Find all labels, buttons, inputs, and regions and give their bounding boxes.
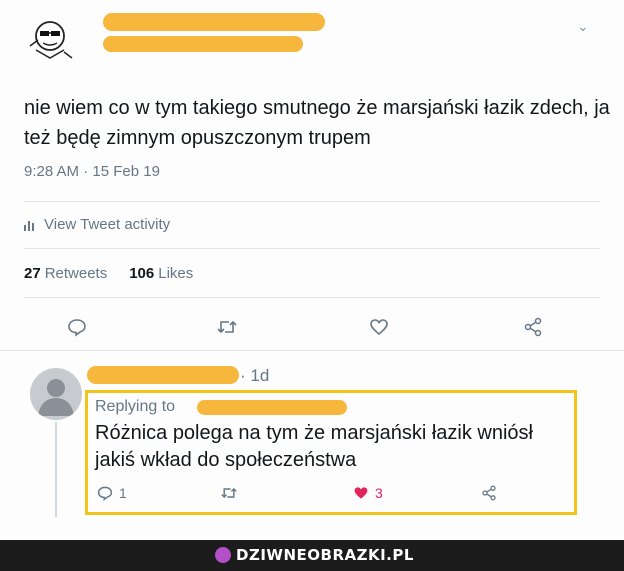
replying-to-label: Replying to [95, 398, 176, 415]
reply-button[interactable] [67, 317, 87, 337]
likes-count: 106 [129, 265, 155, 282]
default-avatar-icon [38, 379, 74, 416]
retweet-icon [217, 320, 237, 334]
likes-stat[interactable]: 106 Likes [129, 265, 193, 282]
retweets-label: Retweets [44, 265, 108, 282]
retweet-icon [221, 487, 237, 499]
likes-label: Likes [158, 265, 194, 282]
share-icon [524, 317, 542, 337]
redacted-username [103, 36, 303, 52]
divider [24, 297, 600, 298]
tweet-timestamp[interactable]: 9:28 AM · 15 Feb 19 [24, 163, 160, 180]
tweet-text: nie wiem co w tym takiego smutnego że ma… [24, 97, 610, 149]
reply-count: 1 [119, 485, 127, 501]
tweet-stats: 27 Retweets 106 Likes [24, 265, 193, 282]
redacted-display-name [103, 13, 325, 31]
redacted-reply-author [87, 366, 239, 384]
reply-like-count: 3 [375, 485, 383, 501]
replying-to: Replying to [95, 398, 175, 416]
like-button[interactable] [369, 317, 389, 337]
retweets-stat[interactable]: 27 Retweets [24, 265, 107, 282]
screenshot-frame: ⌄ nie wiem co w tym takiego smutnego że … [0, 0, 624, 540]
like-icon [370, 319, 388, 336]
divider [24, 248, 600, 249]
reply-avatar[interactable] [30, 368, 82, 420]
share-icon [482, 485, 496, 501]
reply-reply-button[interactable]: 1 [97, 485, 127, 501]
retweet-button[interactable] [216, 317, 238, 337]
redacted-replying-to-handle [197, 400, 347, 415]
divider [24, 201, 600, 202]
view-tweet-activity-link[interactable]: View Tweet activity [24, 216, 170, 233]
reply-icon [68, 319, 86, 337]
avatar[interactable] [20, 8, 78, 66]
reply-text: Różnica polega na tym że marsjański łazi… [95, 422, 533, 471]
chevron-down-icon[interactable]: ⌄ [577, 18, 589, 35]
site-footer: DZIWNEOBRAZKI.PL [0, 540, 624, 571]
brand-label: DZIWNEOBRAZKI.PL [236, 546, 414, 564]
share-button[interactable] [523, 317, 543, 337]
thread-line [55, 422, 57, 517]
divider [0, 350, 624, 351]
bar-chart-icon [24, 220, 34, 231]
reply-like-button[interactable]: 3 [353, 485, 383, 501]
reply-retweet-button[interactable] [220, 485, 238, 501]
reply-time[interactable]: · 1d [240, 366, 269, 386]
reply-icon [97, 486, 113, 501]
brand-logo-icon [215, 547, 231, 563]
heart-filled-icon [354, 487, 368, 499]
retweets-count: 27 [24, 265, 41, 282]
activity-label: View Tweet activity [44, 216, 171, 233]
site-brand[interactable]: DZIWNEOBRAZKI.PL [215, 546, 414, 564]
reply-share-button[interactable] [481, 485, 497, 501]
